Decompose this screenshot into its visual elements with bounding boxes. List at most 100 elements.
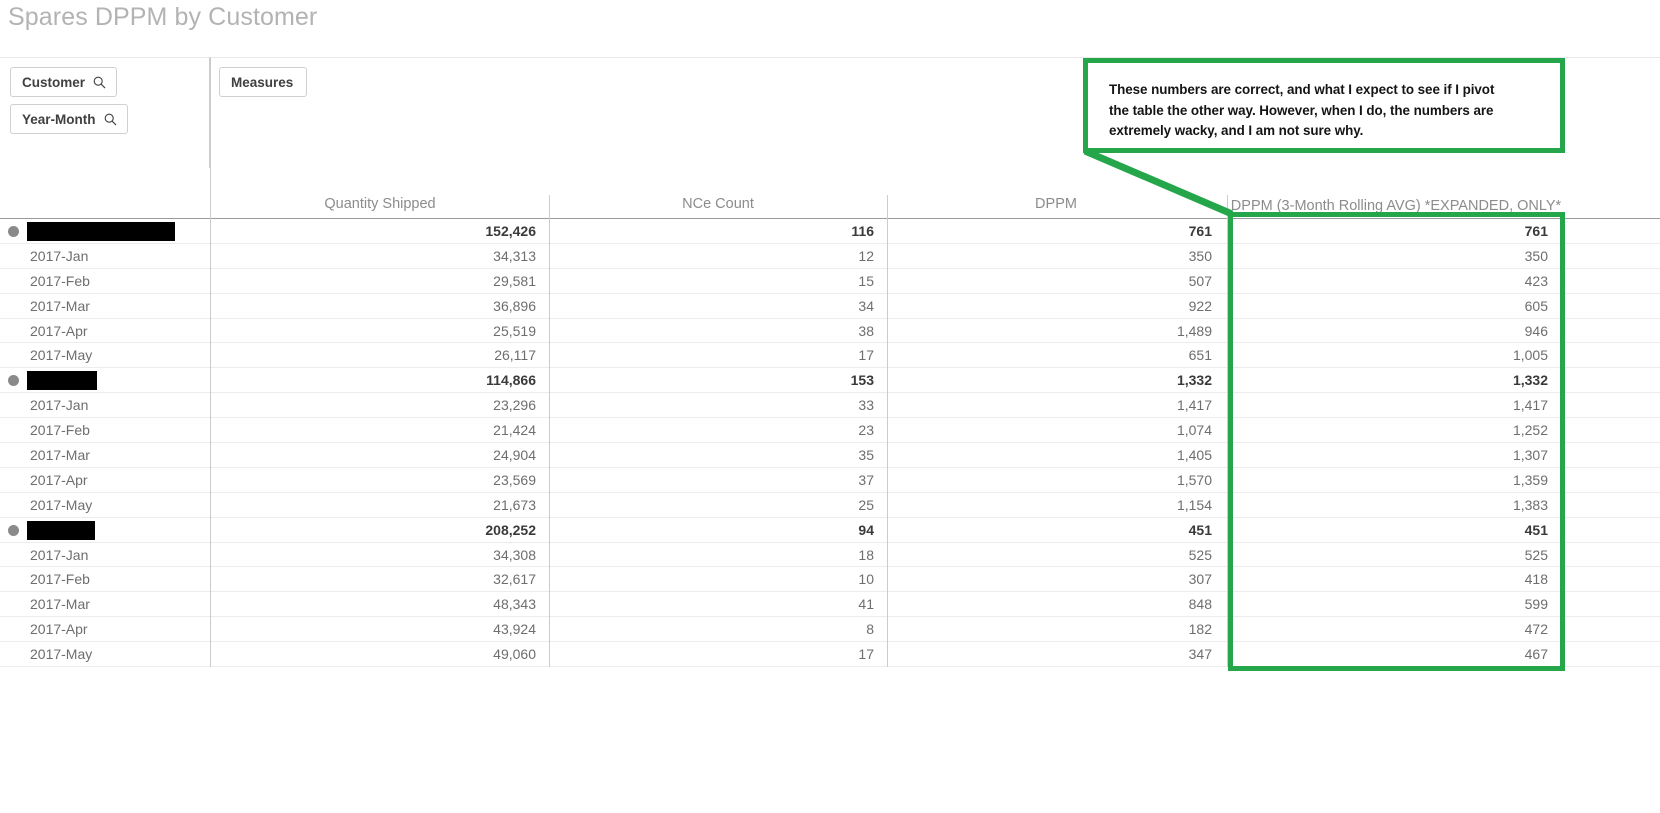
column-divider: [210, 492, 211, 518]
table-row[interactable]: 2017-Mar 36,896 34 922 605: [0, 293, 1660, 319]
cell-nce: 18: [858, 546, 874, 563]
cell-dppm: 651: [1188, 347, 1212, 364]
table-row[interactable]: 2017-Feb 21,424 23 1,074 1,252: [0, 418, 1660, 444]
cell-year-month: 2017-Mar: [30, 297, 90, 314]
cell-roll: 605: [1524, 297, 1548, 314]
group-label-container[interactable]: [8, 518, 95, 543]
redacted-customer-name: [27, 221, 175, 241]
table-row[interactable]: 2017-Mar 48,343 41 848 599: [0, 592, 1660, 618]
table-row[interactable]: 2017-May 26,117 17 651 1,005: [0, 343, 1660, 369]
cell-nce: 35: [858, 447, 874, 464]
cell-roll: 1,005: [1512, 347, 1548, 364]
cell-dppm: 1,154: [1176, 496, 1212, 513]
cell-dppm: 1,489: [1176, 322, 1212, 339]
cell-roll: 472: [1524, 621, 1548, 638]
cell-qty: 34,313: [493, 247, 536, 264]
table-row[interactable]: 2017-May 21,673 25 1,154 1,383: [0, 492, 1660, 518]
column-header-nce-count[interactable]: NCe Count: [550, 194, 886, 214]
cell-year-month: 2017-May: [30, 496, 93, 513]
measure-label-measures: Measures: [231, 74, 294, 90]
column-divider: [210, 467, 211, 493]
table-row[interactable]: 2017-Feb 29,581 15 507 423: [0, 268, 1660, 294]
column-divider: [210, 418, 211, 444]
cell-qty: 43,924: [493, 621, 536, 638]
cell-nce: 17: [858, 347, 874, 364]
table-row[interactable]: 2017-Jan 23,296 33 1,417 1,417: [0, 393, 1660, 419]
cell-roll: 946: [1524, 322, 1548, 339]
cell-roll: 761: [1524, 223, 1548, 239]
cell-nce: 12: [858, 247, 874, 264]
table-row[interactable]: 2017-Jan 34,313 12 350 350: [0, 243, 1660, 269]
cell-qty: 29,581: [493, 272, 536, 289]
cell-roll: 525: [1524, 546, 1548, 563]
cell-dppm: 347: [1188, 646, 1212, 663]
column-divider: [210, 617, 211, 643]
table-row[interactable]: 2017-Apr 23,569 37 1,570 1,359: [0, 467, 1660, 493]
expand-collapse-icon[interactable]: [8, 524, 19, 536]
dimension-pill-customer[interactable]: Customer: [10, 67, 118, 97]
cell-nce: 23: [858, 422, 874, 439]
column-divider: [210, 318, 211, 344]
expand-collapse-icon[interactable]: [8, 375, 19, 387]
table-row-group-total[interactable]: 114,866 153 1,332 1,332: [0, 368, 1660, 394]
annotation-note-text: These numbers are correct, and what I ex…: [1088, 63, 1560, 142]
column-header-dppm-rolling-avg[interactable]: DPPM (3-Month Rolling AVG) *EXPANDED, ON…: [1228, 196, 1564, 216]
table-row[interactable]: 2017-May 49,060 17 347 467: [0, 642, 1660, 668]
search-icon[interactable]: [93, 76, 106, 89]
column-divider: [210, 592, 211, 618]
expand-collapse-icon[interactable]: [8, 225, 19, 237]
column-divider: [210, 219, 211, 244]
cell-year-month: 2017-Jan: [30, 546, 89, 563]
table-row[interactable]: 2017-Apr 25,519 38 1,489 946: [0, 318, 1660, 344]
cell-dppm: 507: [1188, 272, 1212, 289]
table-row[interactable]: 2017-Feb 32,617 10 307 418: [0, 567, 1660, 593]
dimension-pill-year-month[interactable]: Year-Month: [10, 104, 128, 134]
group-label-container[interactable]: [8, 219, 175, 244]
cell-roll: 1,252: [1512, 422, 1548, 439]
cell-nce: 37: [858, 471, 874, 488]
column-header-dppm[interactable]: DPPM: [888, 194, 1224, 214]
cell-dppm: 1,405: [1176, 447, 1212, 464]
column-divider: [210, 567, 211, 593]
cell-dppm: 922: [1188, 297, 1212, 314]
table-row-group-total[interactable]: 208,252 94 451 451: [0, 517, 1660, 543]
table-row-group-total[interactable]: 152,426 116 761 761: [0, 219, 1660, 244]
column-divider: [210, 517, 211, 543]
cell-dppm: 350: [1188, 247, 1212, 264]
cell-roll: 1,359: [1512, 471, 1548, 488]
cell-nce: 17: [858, 646, 874, 663]
cell-roll: 1,332: [1512, 372, 1548, 389]
annotation-note: These numbers are correct, and what I ex…: [1083, 58, 1565, 153]
cell-qty: 23,569: [493, 471, 536, 488]
measure-pill-measures[interactable]: Measures: [219, 67, 308, 97]
column-divider: [210, 243, 211, 269]
cell-dppm: 1,074: [1176, 422, 1212, 439]
cell-year-month: 2017-Feb: [30, 571, 90, 588]
column-header-quantity-shipped[interactable]: Quantity Shipped: [212, 194, 548, 214]
cell-year-month: 2017-Mar: [30, 447, 90, 464]
cell-nce: 94: [858, 521, 874, 538]
cell-dppm: 848: [1188, 596, 1212, 613]
cell-roll: 599: [1524, 596, 1548, 613]
column-divider: [210, 393, 211, 419]
table-row[interactable]: 2017-Jan 34,308 18 525 525: [0, 542, 1660, 568]
cell-roll: 350: [1524, 247, 1548, 264]
cell-roll: 1,383: [1512, 496, 1548, 513]
group-label-container[interactable]: [8, 368, 97, 393]
column-divider: [210, 368, 211, 394]
cell-roll: 467: [1524, 646, 1548, 663]
cell-dppm: 525: [1188, 546, 1212, 563]
cell-dppm: 1,332: [1176, 372, 1212, 389]
table-row[interactable]: 2017-Apr 43,924 8 182 472: [0, 617, 1660, 643]
cell-roll: 1,417: [1512, 397, 1548, 414]
cell-nce: 34: [858, 297, 874, 314]
cell-year-month: 2017-Feb: [30, 422, 90, 439]
cell-dppm: 307: [1188, 571, 1212, 588]
cell-nce: 116: [851, 223, 874, 239]
cell-qty: 32,617: [493, 571, 536, 588]
cell-nce: 15: [858, 272, 874, 289]
cell-dppm: 451: [1188, 521, 1212, 538]
table-row[interactable]: 2017-Mar 24,904 35 1,405 1,307: [0, 443, 1660, 468]
cell-qty: 34,308: [493, 546, 536, 563]
search-icon[interactable]: [104, 113, 117, 126]
